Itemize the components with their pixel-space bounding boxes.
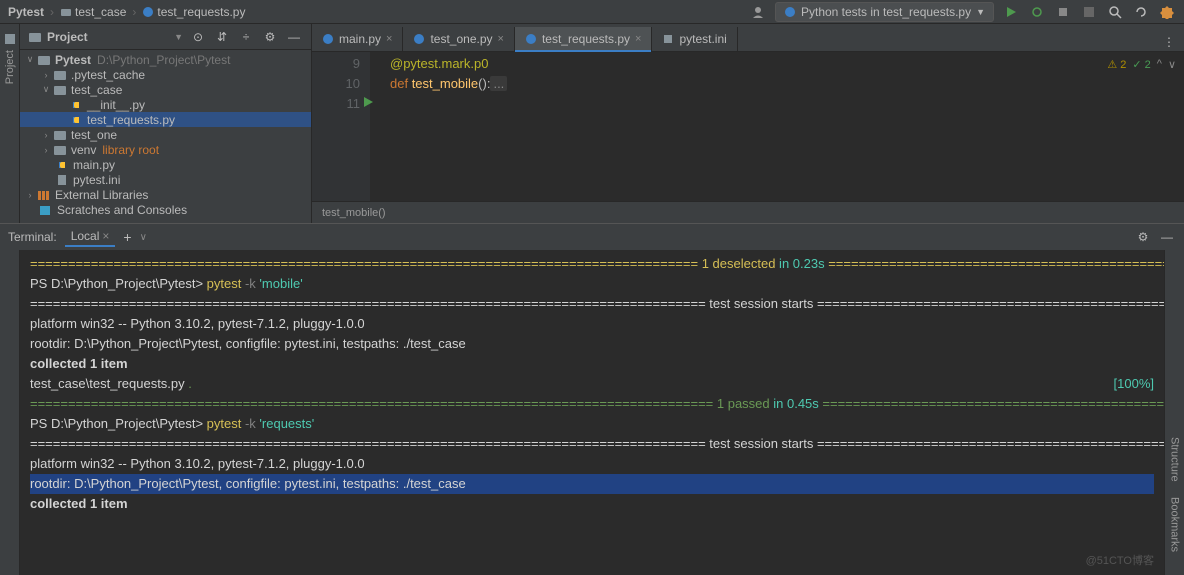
python-file-icon: [70, 99, 82, 111]
scratch-icon: [39, 204, 53, 216]
terminal-output[interactable]: ========================================…: [20, 250, 1164, 575]
settings-icon[interactable]: [1158, 3, 1176, 21]
terminal-header: Terminal: Local× + ∨ ⚙ —: [0, 224, 1184, 250]
hide-terminal-icon[interactable]: —: [1158, 228, 1176, 246]
tree-main-py[interactable]: main.py: [20, 157, 311, 172]
tree-init[interactable]: __init__.py: [20, 97, 311, 112]
tree-scratches[interactable]: Scratches and Consoles: [20, 202, 311, 217]
warning-indicator[interactable]: ⚠ 2: [1107, 58, 1126, 71]
terminal-left-rail: [0, 250, 20, 575]
bookmarks-tool-label[interactable]: Bookmarks: [1169, 497, 1181, 552]
run-button[interactable]: [1002, 3, 1020, 21]
breadcrumb-file[interactable]: test_requests.py: [142, 5, 245, 19]
project-icon: [28, 30, 42, 44]
ini-file-icon: [662, 33, 674, 45]
expand-icon[interactable]: ⇵: [213, 28, 231, 46]
search-icon[interactable]: [1106, 3, 1124, 21]
project-tree: ∨ PytestD:\Python_Project\Pytest › .pyte…: [20, 50, 311, 223]
tree-venv[interactable]: › venvlibrary root: [20, 142, 311, 157]
gutter: 9 10 11: [312, 52, 370, 201]
library-icon: [37, 189, 51, 201]
settings-icon[interactable]: ⚙: [261, 28, 279, 46]
topbar-actions: Python tests in test_requests.py ▼: [749, 2, 1176, 22]
locate-icon[interactable]: ⊙: [189, 28, 207, 46]
editor-area: main.py× test_one.py× test_requests.py× …: [312, 24, 1184, 223]
tree-external-libs[interactable]: › External Libraries: [20, 187, 311, 202]
run-config-label: Python tests in test_requests.py: [801, 5, 971, 19]
project-panel-title: Project: [47, 30, 174, 44]
chevron-down-icon[interactable]: ▼: [174, 32, 183, 42]
stop-button[interactable]: [1080, 3, 1098, 21]
chevron-down-icon: ▼: [976, 7, 985, 17]
editor-tabs: main.py× test_one.py× test_requests.py× …: [312, 24, 1184, 52]
python-icon: [784, 6, 796, 18]
editor-breadcrumb[interactable]: test_mobile(): [312, 201, 1184, 223]
coverage-button[interactable]: [1054, 3, 1072, 21]
ini-file-icon: [56, 174, 68, 186]
terminal-settings-icon[interactable]: ⚙: [1134, 228, 1152, 246]
terminal-tab-local[interactable]: Local×: [65, 227, 116, 247]
right-tool-rail: Structure Bookmarks: [1164, 250, 1184, 575]
ok-indicator[interactable]: ✓ 2: [1132, 58, 1150, 71]
collapse-icon[interactable]: ÷: [237, 28, 255, 46]
python-file-icon: [56, 159, 68, 171]
close-icon[interactable]: ×: [498, 33, 504, 45]
new-terminal-button[interactable]: +: [123, 229, 131, 245]
folder-icon: [53, 144, 67, 156]
top-bar: Pytest › test_case › test_requests.py Py…: [0, 0, 1184, 24]
tab-main-py[interactable]: main.py×: [312, 27, 403, 51]
code-area[interactable]: 9 10 11 @pytest.mark.p0 def test_mobile(…: [312, 52, 1184, 201]
project-panel: Project ▼ ⊙ ⇵ ÷ ⚙ — ∨ PytestD:\Python_Pr…: [20, 24, 312, 223]
more-tabs-icon[interactable]: ⋮: [1160, 33, 1178, 51]
structure-tool-label[interactable]: Structure: [1169, 437, 1181, 482]
run-gutter-icon[interactable]: [364, 97, 374, 107]
project-panel-header: Project ▼ ⊙ ⇵ ÷ ⚙ —: [20, 24, 311, 50]
user-icon[interactable]: [749, 3, 767, 21]
python-file-icon: [70, 114, 82, 126]
tree-test-requests[interactable]: test_requests.py: [20, 112, 311, 127]
tab-test-one[interactable]: test_one.py×: [403, 27, 514, 51]
python-file-icon: [413, 33, 425, 45]
breadcrumb-root[interactable]: Pytest: [8, 5, 44, 19]
chevron-right-icon: ›: [132, 5, 136, 19]
left-tool-rail: Project: [0, 24, 20, 223]
python-file-icon: [525, 33, 537, 45]
folder-icon: [60, 6, 72, 18]
folder-icon: [37, 54, 51, 66]
python-file-icon: [322, 33, 334, 45]
tree-pytest-ini[interactable]: pytest.ini: [20, 172, 311, 187]
breadcrumb: Pytest › test_case › test_requests.py: [8, 5, 749, 19]
close-icon[interactable]: ×: [635, 33, 641, 45]
terminal-panel: Terminal: Local× + ∨ ⚙ — ===============…: [0, 223, 1184, 575]
folder-icon: [53, 69, 67, 81]
watermark: @51CTO博客: [1086, 551, 1154, 571]
tree-test-one[interactable]: › test_one: [20, 127, 311, 142]
project-tool-label[interactable]: Project: [4, 50, 16, 84]
tree-cache[interactable]: › .pytest_cache: [20, 67, 311, 82]
project-tool-icon[interactable]: [3, 32, 17, 46]
run-config-selector[interactable]: Python tests in test_requests.py ▼: [775, 2, 994, 22]
folder-icon: [53, 84, 67, 96]
tree-test-case[interactable]: ∨ test_case: [20, 82, 311, 97]
close-icon[interactable]: ×: [102, 229, 109, 243]
python-file-icon: [142, 6, 154, 18]
tab-pytest-ini[interactable]: pytest.ini: [652, 27, 737, 51]
terminal-title: Terminal:: [8, 230, 57, 244]
debug-button[interactable]: [1028, 3, 1046, 21]
breadcrumb-folder[interactable]: test_case: [60, 5, 126, 19]
code-editor[interactable]: @pytest.mark.p0 def test_mobile():...: [370, 52, 1184, 201]
hide-icon[interactable]: —: [285, 28, 303, 46]
tab-test-requests[interactable]: test_requests.py×: [515, 27, 653, 51]
sync-icon[interactable]: [1132, 3, 1150, 21]
chevron-right-icon: ›: [50, 5, 54, 19]
close-icon[interactable]: ×: [386, 33, 392, 45]
chevron-down-icon[interactable]: ∨: [140, 232, 147, 243]
folder-icon: [53, 129, 67, 141]
tree-root[interactable]: ∨ PytestD:\Python_Project\Pytest: [20, 52, 311, 67]
inspection-indicators[interactable]: ⚠ 2 ✓ 2 ^ ∨: [1107, 58, 1176, 71]
